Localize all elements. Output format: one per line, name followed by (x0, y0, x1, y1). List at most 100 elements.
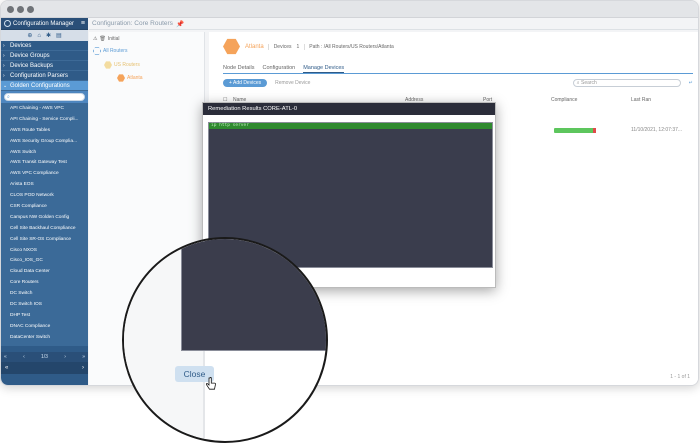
chevron-right-icon: › (3, 72, 5, 79)
sidebar: Configuration Manager ≡ ⊕ ⌂ ✱ ▤ › Devices… (1, 18, 88, 385)
sidebar-item[interactable]: DHP Test (1, 310, 88, 321)
next-page-icon[interactable]: › (64, 354, 66, 360)
sidebar-item[interactable]: Cell Site Backhaul Compliance (1, 223, 88, 234)
section-label: Devices (10, 42, 32, 49)
sidebar-item[interactable]: Arista EOS (1, 179, 88, 190)
page-indicator: 1/3 (41, 354, 48, 360)
menu-icon[interactable]: ≡ (81, 20, 85, 27)
sidebar-section-device-groups[interactable]: › Device Groups (1, 51, 88, 61)
device-path: Path : /All Routers/US Routers/Atlanta (304, 43, 394, 50)
device-hexagon-icon (223, 38, 240, 55)
app-title: Configuration Manager (13, 20, 75, 27)
sidebar-item[interactable]: CLOS POD Network (1, 190, 88, 201)
device-header: Atlanta Devices 1 Path : /All Routers/US… (223, 38, 394, 55)
section-label: Configuration Parsers (10, 72, 69, 79)
tree-label: Atlanta (127, 75, 143, 81)
sidebar-search-input[interactable]: ⌕ (4, 93, 85, 101)
sidebar-section-golden-configurations[interactable]: ⌄ Golden Configurations (1, 81, 88, 91)
sidebar-item[interactable]: AWS Route Tables (1, 125, 88, 136)
home-icon[interactable]: ⌂ (37, 33, 41, 39)
hexagon-icon (104, 61, 112, 69)
window-dot-1-icon[interactable] (7, 6, 14, 13)
breadcrumb: Configuration: Core Routers 📌 (89, 18, 698, 30)
add-icon[interactable]: ⊕ (27, 32, 32, 39)
remove-device-button[interactable]: Remove Device (275, 80, 310, 86)
tree-node-all-routers[interactable]: All Routers (93, 47, 127, 55)
last-page-icon[interactable]: » (82, 354, 85, 360)
section-label: Device Groups (10, 52, 50, 59)
sidebar-list: API Chaining - AWS VPC API Chaining - Se… (1, 103, 88, 346)
device-search-input[interactable]: ⌕ Search (572, 79, 681, 87)
sidebar-search: ⌕ (1, 91, 88, 103)
output-line: ip http server (209, 123, 492, 129)
document-icon[interactable]: ▤ (56, 32, 62, 39)
sidebar-item[interactable]: AWS VPC Compliance (1, 168, 88, 179)
sidebar-item[interactable]: Campus NW Golden Config (1, 212, 88, 223)
app-logo-icon (4, 20, 11, 27)
modal-title: Remediation Results CORE-ATL-0 (203, 103, 495, 115)
chevron-down-icon: ⌄ (3, 82, 8, 89)
sidebar-item[interactable]: Cisco_IOS_GC (1, 255, 88, 266)
sidebar-item[interactable]: DataCenter Switch (1, 332, 88, 343)
sidebar-footer: « › (1, 362, 88, 374)
magnified-terminal (181, 239, 326, 351)
sidebar-item[interactable]: API Chaining - Service Compli... (1, 114, 88, 125)
sidebar-item[interactable]: DC Switch IOS (1, 299, 88, 310)
column-compliance[interactable]: Compliance (551, 97, 577, 103)
settings-icon[interactable]: ✱ (46, 32, 51, 39)
expand-icon[interactable]: › (82, 365, 84, 371)
window-dot-3-icon[interactable] (27, 6, 34, 13)
device-toolbar: + Add Devices Remove Device ⌕ Search ↵ (223, 78, 693, 88)
collapse-icon[interactable]: « (5, 365, 8, 371)
section-label: Device Backups (10, 62, 54, 69)
title-bar (1, 1, 698, 18)
pagination: 1 - 1 of 1 (670, 374, 690, 380)
sidebar-item[interactable]: AWS Switch (1, 147, 88, 158)
search-placeholder: Search (581, 80, 597, 86)
sidebar-item[interactable]: DNAC Compliance (1, 321, 88, 332)
chevron-right-icon: › (3, 42, 5, 49)
devices-count: 1 (296, 43, 300, 50)
sidebar-item[interactable]: DC Switch (1, 288, 88, 299)
tab-bar: Node Details Configuration Manage Device… (223, 65, 693, 74)
sidebar-item[interactable]: API Chaining - AWS VPC (1, 103, 88, 114)
window-dot-2-icon[interactable] (17, 6, 24, 13)
warning-icon: ⚠ (93, 36, 98, 42)
sidebar-item[interactable]: Cell Site SR-OS Compliance (1, 234, 88, 245)
tree-label: All Routers (103, 48, 128, 54)
sidebar-item[interactable]: AWS Security Group Complia... (1, 136, 88, 147)
sidebar-item[interactable]: Core Routers (1, 277, 88, 288)
sidebar-item[interactable]: CSR Compliance (1, 201, 88, 212)
refresh-icon[interactable]: ↵ (689, 80, 693, 86)
tree-node-atlanta[interactable]: Atlanta (117, 74, 143, 82)
sidebar-section-devices[interactable]: › Devices (1, 41, 88, 51)
last-ran-cell: 11/10/2021, 12:07:37... (631, 127, 683, 133)
compliance-bar (554, 128, 596, 133)
first-page-icon[interactable]: « (4, 354, 7, 360)
add-devices-button[interactable]: + Add Devices (223, 79, 268, 87)
prev-page-icon[interactable]: ‹ (23, 354, 25, 360)
devices-label: Devices (273, 43, 292, 50)
compliance-fail-segment (592, 128, 596, 133)
pin-icon[interactable]: 📌 (176, 20, 184, 28)
tree-node-us-routers[interactable]: US Routers (104, 61, 140, 69)
tab-configuration[interactable]: Configuration (263, 65, 296, 73)
column-last-ran[interactable]: Last Ran (631, 97, 651, 103)
sidebar-item[interactable]: Cisco NXOS (1, 245, 88, 256)
trash-icon: 🗑 (99, 36, 106, 42)
sidebar-item[interactable]: Cloud Data Center (1, 266, 88, 277)
tab-node-details[interactable]: Node Details (223, 65, 255, 73)
sidebar-pager: « ‹ 1/3 › » (1, 352, 88, 362)
sidebar-toolbar: ⊕ ⌂ ✱ ▤ (1, 30, 88, 41)
sidebar-header: Configuration Manager ≡ (1, 18, 88, 30)
search-icon: ⌕ (7, 94, 10, 100)
hand-cursor-icon (206, 377, 216, 390)
chevron-right-icon: › (3, 62, 5, 69)
sidebar-item[interactable]: AWS Transit Gateway Test (1, 157, 88, 168)
tab-manage-devices[interactable]: Manage Devices (303, 65, 345, 73)
hexagon-icon (117, 74, 125, 82)
tree-label: US Routers (114, 62, 140, 68)
sidebar-section-device-backups[interactable]: › Device Backups (1, 61, 88, 71)
tree-node-initial[interactable]: ⚠ 🗑 Initial (93, 36, 120, 42)
sidebar-section-configuration-parsers[interactable]: › Configuration Parsers (1, 71, 88, 81)
